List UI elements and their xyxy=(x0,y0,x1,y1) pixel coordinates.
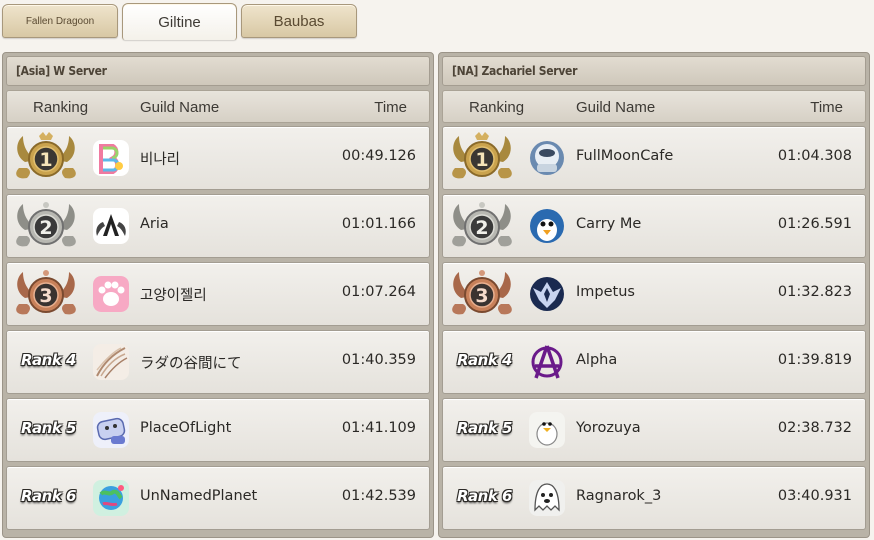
silver-medal-icon: 2 xyxy=(452,202,512,247)
guild-name: Ragnarok_3 xyxy=(576,488,662,504)
guild-name-header: Guild Name xyxy=(140,99,220,116)
guild-name: Carry Me xyxy=(576,216,642,232)
winged-a-emblem-icon xyxy=(93,208,129,244)
guild-name: PlaceOfLight xyxy=(140,420,232,436)
gold-medal-icon: 1 xyxy=(16,132,76,179)
panel-title: [Asia] W Server xyxy=(6,56,430,86)
guild-name: Alpha xyxy=(576,352,618,368)
guild-name-header: Guild Name xyxy=(576,99,656,116)
ranking-row[interactable]: 2 Carry Me 01:26.591 xyxy=(442,194,866,258)
column-header: Ranking Guild Name Time xyxy=(6,90,430,123)
ranking-row[interactable]: Rank 6 UnNamedPlanet 01:42.539 xyxy=(6,466,430,530)
guild-name: UnNamedPlanet xyxy=(140,488,258,504)
tab-baubas[interactable]: Baubas xyxy=(241,4,357,38)
time-header: Time xyxy=(810,99,843,116)
ranking-row[interactable]: 3 Impetus 01:32.823 xyxy=(442,262,866,326)
asia-server-panel: [Asia] W Server Ranking Guild Name Time … xyxy=(2,52,434,538)
character-emblem-icon xyxy=(93,412,129,448)
guild-name: Yorozuya xyxy=(576,420,641,436)
rainbow-b-emblem-icon xyxy=(93,140,129,176)
ranking-row[interactable]: Rank 5 Yorozuya 02:38.732 xyxy=(442,398,866,462)
rank-label: Rank 4 xyxy=(21,351,77,369)
guild-name: ラダの谷間にて xyxy=(140,356,242,372)
phoenix-emblem-icon xyxy=(530,277,564,311)
rank-label: Rank 5 xyxy=(21,419,77,437)
clear-time: 01:01.166 xyxy=(341,216,416,232)
paw-emblem-icon xyxy=(93,276,129,312)
feather-emblem-icon xyxy=(93,344,129,380)
clear-time: 00:49.126 xyxy=(341,148,416,164)
rank-label: Rank 6 xyxy=(21,487,77,505)
ranking-row[interactable]: Rank 6 Ragnarok_3 03:40.931 xyxy=(442,466,866,530)
na-server-panel: [NA] Zachariel Server Ranking Guild Name… xyxy=(438,52,870,538)
svg-text:3: 3 xyxy=(39,285,52,307)
ghost-emblem-icon xyxy=(529,480,565,516)
ranking-header: Ranking xyxy=(33,99,89,116)
svg-text:1: 1 xyxy=(475,149,488,171)
tab-giltine[interactable]: Giltine xyxy=(122,3,237,40)
clear-time: 01:39.819 xyxy=(777,352,852,368)
guild-name: 비나리 xyxy=(140,152,181,168)
ranking-header: Ranking xyxy=(469,99,525,116)
guild-name: Aria xyxy=(140,216,169,232)
clear-time: 01:42.539 xyxy=(341,488,416,504)
panel-title: [NA] Zachariel Server xyxy=(442,56,866,86)
clear-time: 02:38.732 xyxy=(777,420,852,436)
tab-fallen-dragoon[interactable]: Fallen Dragoon xyxy=(2,4,118,38)
astronaut-emblem-icon xyxy=(530,141,564,175)
clear-time: 01:04.308 xyxy=(777,148,852,164)
penguin-emblem-icon xyxy=(530,209,564,243)
svg-text:2: 2 xyxy=(39,217,52,239)
ranking-row[interactable]: Rank 5 PlaceOfLight 01:41.109 xyxy=(6,398,430,462)
clear-time: 01:41.109 xyxy=(341,420,416,436)
planet-emblem-icon xyxy=(93,480,129,516)
svg-text:3: 3 xyxy=(475,285,488,307)
rank-label: Rank 4 xyxy=(457,351,513,369)
clear-time: 01:26.591 xyxy=(777,216,852,232)
gold-medal-icon: 1 xyxy=(452,132,512,179)
svg-text:1: 1 xyxy=(39,149,52,171)
guild-name: 고양이젤리 xyxy=(140,288,207,304)
column-header: Ranking Guild Name Time xyxy=(442,90,866,123)
ranking-row[interactable]: Rank 4 ラダの谷間にて 01:40.359 xyxy=(6,330,430,394)
rank-label: Rank 6 xyxy=(457,487,513,505)
clear-time: 01:32.823 xyxy=(777,284,852,300)
ranking-row[interactable]: 3 고양이젤리 01:07.264 xyxy=(6,262,430,326)
guild-name: FullMoonCafe xyxy=(576,148,674,164)
silver-medal-icon: 2 xyxy=(16,202,76,247)
bronze-medal-icon: 3 xyxy=(452,270,512,315)
clear-time: 01:07.264 xyxy=(341,284,416,300)
ranking-row[interactable]: 1 FullMoonCafe 01:04.308 xyxy=(442,126,866,190)
clear-time: 01:40.359 xyxy=(341,352,416,368)
ranking-row[interactable]: 1 비나리 00:49.126 xyxy=(6,126,430,190)
clear-time: 03:40.931 xyxy=(777,488,852,504)
duck-emblem-icon xyxy=(529,412,565,448)
ranking-row[interactable]: 2 Aria 01:01.166 xyxy=(6,194,430,258)
guild-name: Impetus xyxy=(576,284,635,300)
rank-label: Rank 5 xyxy=(457,419,513,437)
time-header: Time xyxy=(374,99,407,116)
ranking-row[interactable]: Rank 4 Alpha 01:39.819 xyxy=(442,330,866,394)
bronze-medal-icon: 3 xyxy=(16,270,76,315)
anarchy-a-emblem-icon xyxy=(531,345,563,379)
svg-text:2: 2 xyxy=(475,217,488,239)
